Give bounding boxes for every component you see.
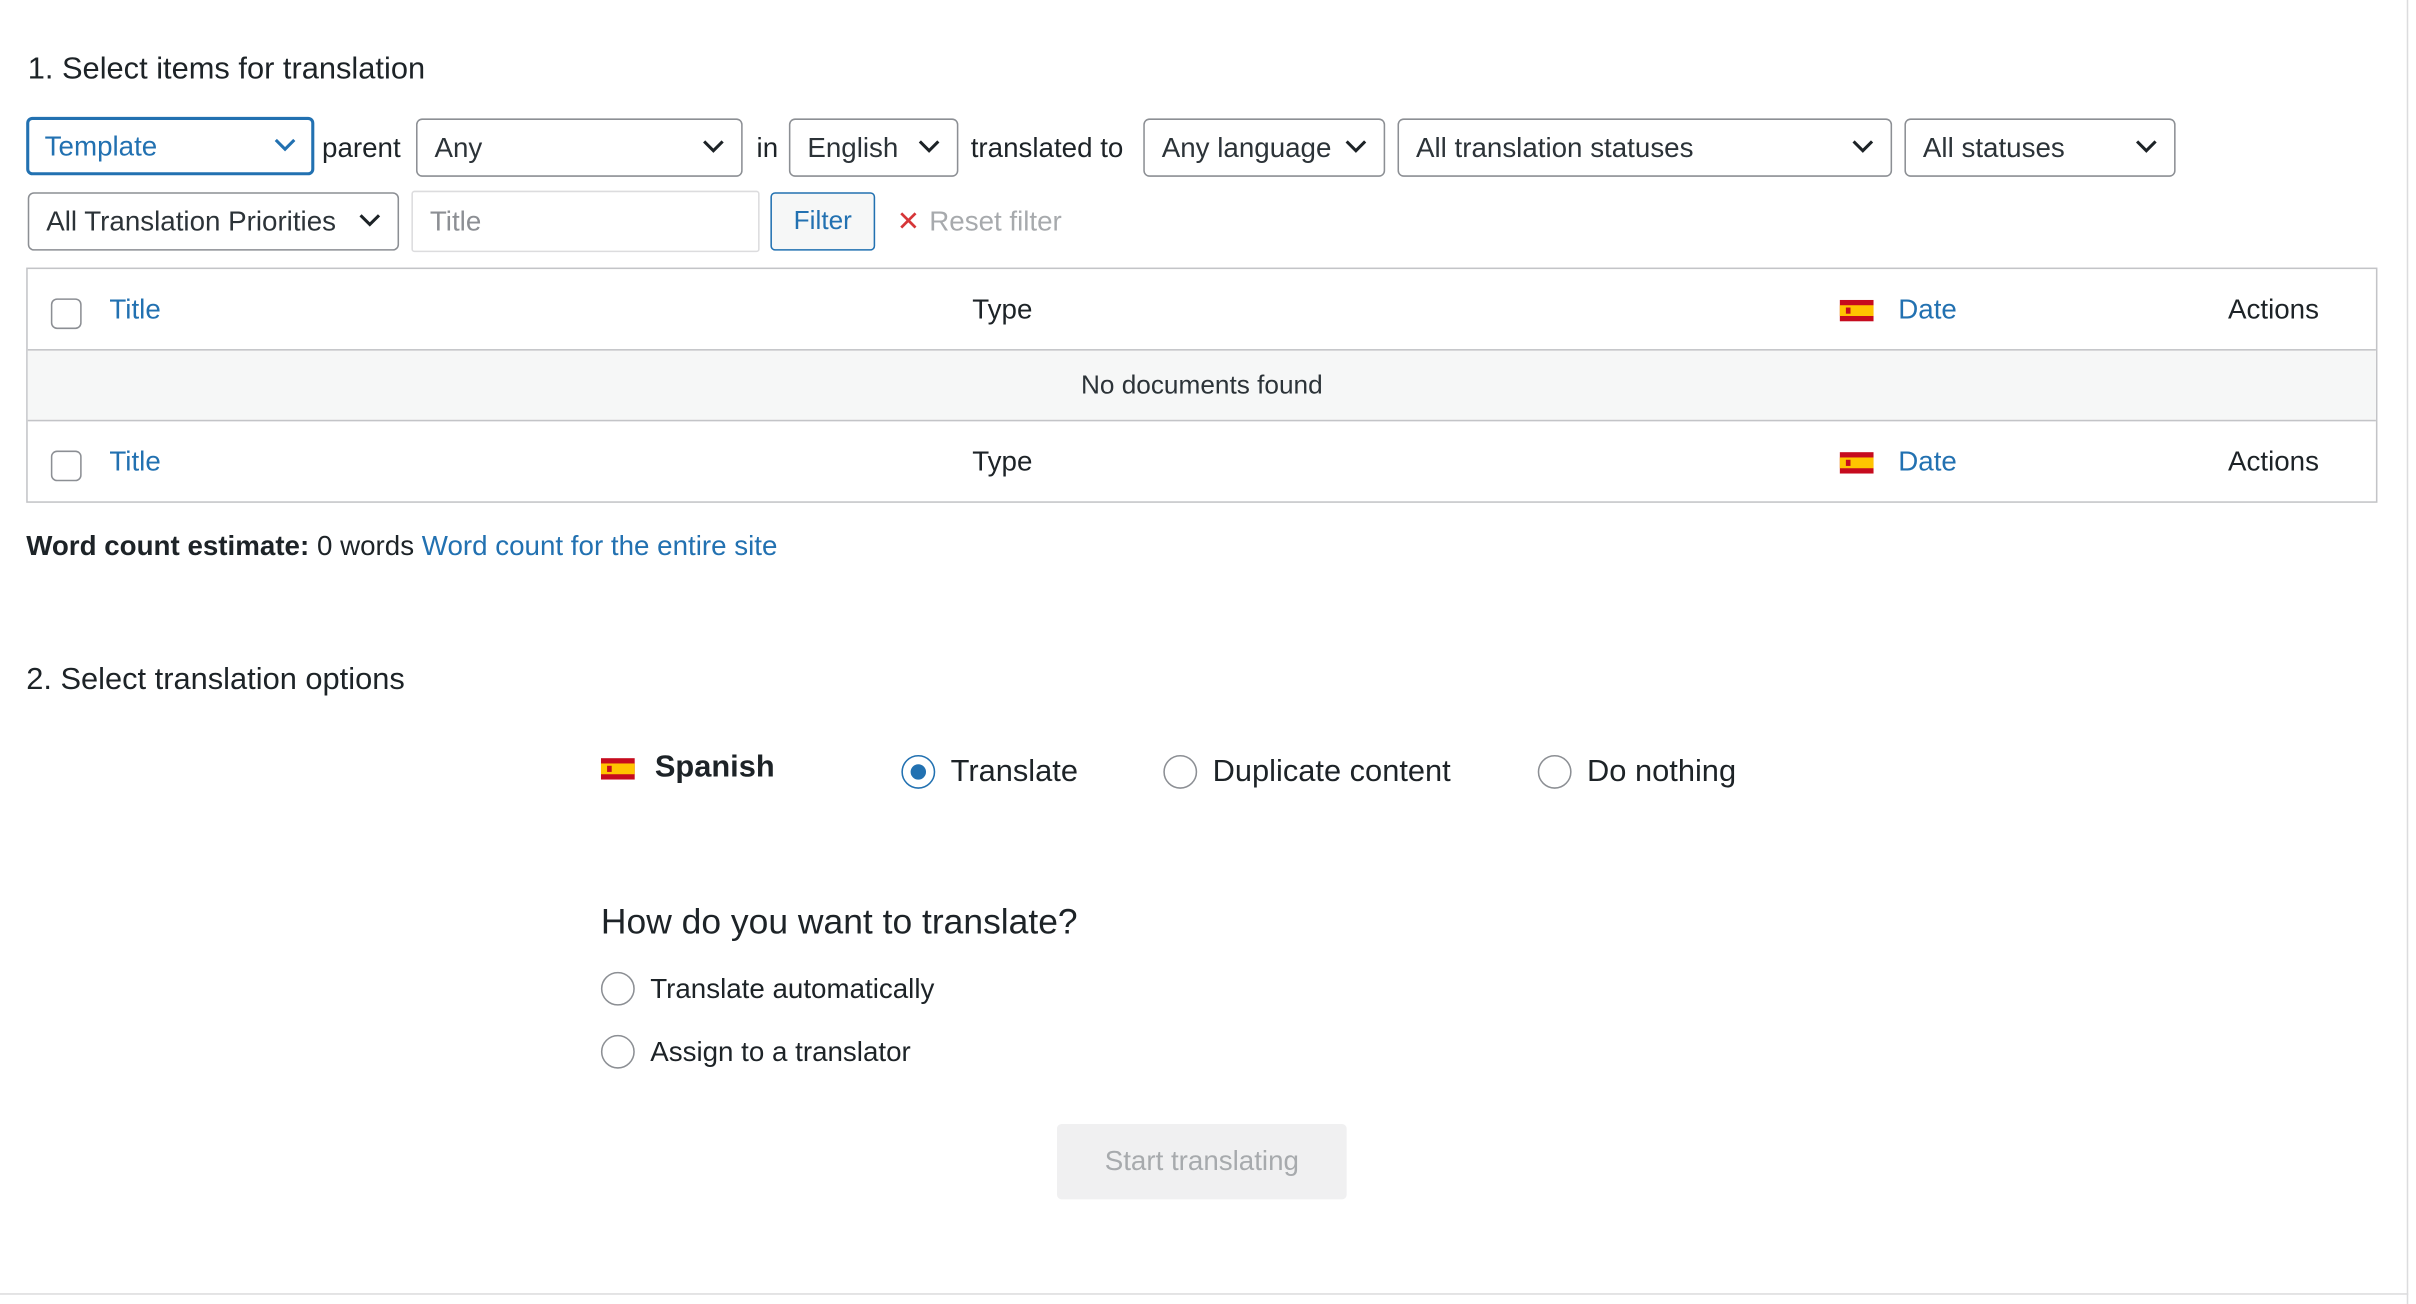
date-column-footer[interactable]: Date <box>1898 446 1957 478</box>
select-all-checkbox[interactable] <box>50 298 82 330</box>
actions-column-header: Actions <box>2227 293 2319 325</box>
reset-filter-link[interactable]: ✕ Reset filter <box>897 192 1062 250</box>
actions-column-footer: Actions <box>2227 445 2319 477</box>
title-search-placeholder: Title <box>429 206 482 237</box>
parent-select-value: Any <box>434 132 483 163</box>
chevron-down-icon <box>703 140 724 153</box>
word-count-label: Word count estimate: <box>26 530 310 562</box>
translation-status-select[interactable]: All translation statuses <box>1397 118 1893 177</box>
how-to-translate-heading: How do you want to translate? <box>600 901 1078 942</box>
assign-translator-label[interactable]: Assign to a translator <box>650 1036 911 1068</box>
chevron-down-icon <box>1345 140 1367 153</box>
reset-filter-label: Reset filter <box>929 206 1062 237</box>
translate-automatically-label[interactable]: Translate automatically <box>650 973 934 1005</box>
status-select[interactable]: All statuses <box>1904 118 2176 177</box>
section-2-heading: 2. Select translation options <box>26 662 405 697</box>
spain-flag-icon <box>1839 452 1874 474</box>
translation-management-page: 1. Select items for translation Template… <box>0 0 2416 1304</box>
title-search-input[interactable]: Title <box>411 190 760 253</box>
priority-select-value: All Translation Priorities <box>46 206 337 237</box>
title-column-footer[interactable]: Title <box>109 446 160 478</box>
spain-flag-icon <box>1839 299 1874 322</box>
title-column-header[interactable]: Title <box>109 294 160 326</box>
translation-status-select-value: All translation statuses <box>1415 132 1694 163</box>
chevron-down-icon <box>359 214 381 227</box>
parent-select[interactable]: Any <box>416 118 743 177</box>
parent-label: parent <box>322 132 401 163</box>
duplicate-content-label[interactable]: Duplicate content <box>1213 755 1451 790</box>
word-count-line: Word count estimate: 0 words Word count … <box>26 531 777 563</box>
chevron-down-icon <box>274 138 296 152</box>
select-all-checkbox-footer[interactable] <box>50 450 82 482</box>
type-column-header: Type <box>972 293 1033 325</box>
do-nothing-radio[interactable] <box>1537 755 1572 789</box>
empty-message: No documents found <box>1080 370 1323 400</box>
documents-table: Title Type Date Actions No documents fou… <box>26 267 2378 503</box>
type-column-footer: Type <box>972 445 1033 477</box>
status-select-value: All statuses <box>1922 132 2065 163</box>
in-label: in <box>756 132 779 163</box>
translate-automatically-radio[interactable] <box>600 971 635 1006</box>
translated-to-label: translated to <box>970 132 1124 163</box>
target-language-name: Spanish <box>654 750 775 785</box>
duplicate-content-radio[interactable] <box>1163 755 1198 789</box>
table-header-row: Title Type Date Actions <box>28 269 2376 349</box>
table-footer-row: Title Type Date Actions <box>28 421 2376 501</box>
type-select[interactable]: Template <box>26 116 315 176</box>
start-translating-button[interactable]: Start translating <box>1056 1124 1347 1200</box>
filter-button[interactable]: Filter <box>770 192 876 251</box>
target-language-select-value: Any language <box>1161 132 1332 163</box>
do-nothing-label[interactable]: Do nothing <box>1587 755 1736 790</box>
section-1-heading: 1. Select items for translation <box>27 52 426 87</box>
chevron-down-icon <box>918 140 940 153</box>
chevron-down-icon <box>1852 140 1874 153</box>
chevron-down-icon <box>2136 140 2157 153</box>
target-language-select[interactable]: Any language <box>1143 118 1386 177</box>
panel-border-right <box>2406 0 2409 1304</box>
language-select[interactable]: English <box>788 118 959 177</box>
panel-border-bottom <box>0 1293 2409 1295</box>
priority-select[interactable]: All Translation Priorities <box>27 192 400 251</box>
language-select-value: English <box>807 132 899 163</box>
close-icon: ✕ <box>896 206 921 237</box>
translate-option-label[interactable]: Translate <box>951 755 1078 790</box>
translate-radio[interactable] <box>901 755 936 789</box>
empty-table-row: No documents found <box>27 349 2376 422</box>
date-column-header[interactable]: Date <box>1898 294 1957 326</box>
word-count-value: 0 words <box>316 530 415 562</box>
type-select-value: Template <box>44 130 158 162</box>
word-count-site-link[interactable]: Word count for the entire site <box>422 531 778 562</box>
spain-flag-icon <box>600 758 635 780</box>
assign-translator-radio[interactable] <box>600 1034 635 1069</box>
